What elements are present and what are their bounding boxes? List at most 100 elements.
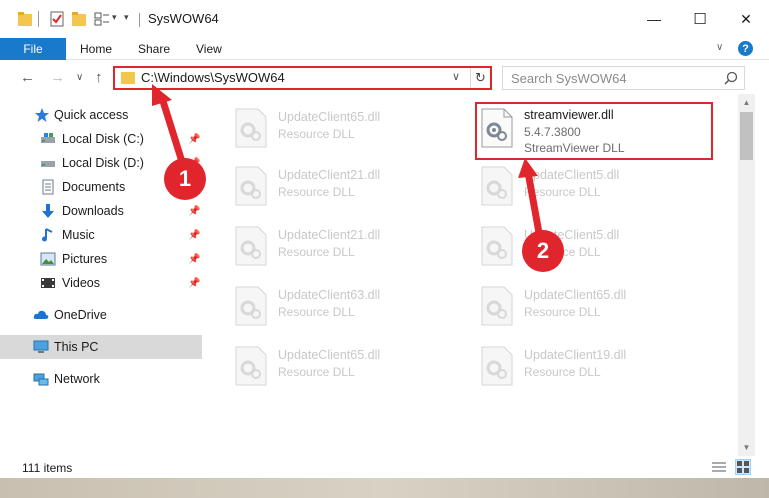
drive-icon (41, 133, 55, 143)
star-icon (35, 108, 49, 122)
maximize-button[interactable]: ☐ (677, 0, 723, 38)
scroll-thumb[interactable] (740, 112, 753, 160)
cloud-icon (33, 310, 49, 319)
sidebar-item-label: Network (54, 372, 100, 386)
forward-button[interactable]: → (50, 69, 65, 86)
qa-separator (38, 11, 39, 27)
file-list: UpdateClient65.dll Resource DLL streamvi… (210, 94, 738, 456)
ribbon-tabs: File Home Share View ∨ ? (0, 38, 769, 60)
sidebar-item-videos[interactable]: Videos 📌 (0, 271, 202, 295)
title-bar: ▾ ▾ SysWOW64 — ☐ ✕ (0, 0, 769, 38)
file-item[interactable]: UpdateClient65.dll Resource DLL (468, 278, 706, 334)
pin-icon: 📌 (188, 253, 201, 265)
tab-file[interactable]: File (0, 38, 66, 60)
file-name: UpdateClient65.dll (278, 348, 381, 362)
sidebar-item-quick-access[interactable]: Quick access (0, 103, 202, 127)
file-name: UpdateClient65.dll (278, 110, 381, 124)
file-item[interactable]: UpdateClient65.dll Resource DLL (222, 100, 460, 156)
file-type: Resource DLL (524, 185, 601, 199)
minimize-button[interactable]: — (631, 0, 677, 38)
ribbon-collapse-icon[interactable]: ∨ (716, 42, 723, 53)
up-button[interactable]: ↑ (95, 69, 103, 86)
dll-file-icon (235, 166, 267, 206)
qa-dropdown-icon[interactable]: ▾ (112, 12, 117, 23)
navigation-pane: Quick access Local Disk (C:) 📌 Local Dis… (0, 94, 203, 456)
sidebar-item-music[interactable]: Music 📌 (0, 223, 202, 247)
dll-file-icon (235, 226, 267, 266)
search-input[interactable]: Search SysWOW64 (502, 66, 745, 90)
computer-icon (33, 340, 49, 353)
close-button[interactable]: ✕ (723, 0, 769, 38)
customize-qa-icon[interactable]: ▾ (124, 12, 129, 23)
file-item[interactable]: UpdateClient21.dll Resource DLL (222, 218, 460, 274)
file-item[interactable]: UpdateClient63.dll Resource DLL (222, 278, 460, 334)
drive-icon (41, 161, 55, 167)
file-type: Resource DLL (278, 127, 355, 141)
dll-file-icon (235, 286, 267, 326)
scroll-down-icon[interactable]: ▼ (738, 439, 755, 456)
sidebar-item-onedrive[interactable]: OneDrive (0, 303, 202, 327)
file-type: Resource DLL (524, 305, 601, 319)
sidebar-item-label: Local Disk (C:) (62, 132, 144, 146)
refresh-button[interactable]: ↻ (470, 68, 490, 88)
sidebar-item-pictures[interactable]: Pictures 📌 (0, 247, 202, 271)
properties-icon[interactable] (50, 11, 64, 27)
tab-view[interactable]: View (196, 42, 222, 56)
view-options-icon[interactable] (94, 11, 110, 27)
tab-home[interactable]: Home (80, 42, 112, 56)
pin-icon: 📌 (188, 205, 201, 217)
address-bar[interactable]: C:\Windows\SysWOW64 ∨ ↻ (113, 66, 492, 90)
dll-file-icon (481, 346, 513, 386)
tiles-view-button[interactable] (735, 459, 751, 475)
address-path: C:\Windows\SysWOW64 (141, 70, 285, 85)
file-item[interactable]: UpdateClient5.dll Resource DLL (468, 158, 706, 214)
sidebar-item-network[interactable]: Network (0, 367, 202, 391)
file-item[interactable]: UpdateClient5.dll Resource DLL (468, 218, 706, 274)
address-dropdown-icon[interactable]: ∨ (452, 70, 460, 83)
pin-icon: 📌 (188, 133, 201, 145)
vertical-scrollbar[interactable]: ▲ ▼ (738, 94, 755, 456)
file-name: UpdateClient65.dll (524, 288, 627, 302)
pin-icon: 📌 (188, 229, 201, 241)
annotation-marker-2: 2 (522, 230, 564, 272)
file-item[interactable]: UpdateClient19.dll Resource DLL (468, 338, 706, 394)
sidebar-item-label: OneDrive (54, 308, 107, 322)
music-icon (42, 228, 53, 242)
tab-share[interactable]: Share (138, 42, 170, 56)
file-name: UpdateClient5.dll (524, 168, 620, 182)
sidebar-item-label: Downloads (62, 204, 124, 218)
dll-file-icon (481, 286, 513, 326)
help-icon[interactable]: ? (738, 41, 753, 56)
minimize-icon: — (647, 11, 661, 27)
tiles-view-icon (737, 461, 749, 473)
file-item[interactable]: UpdateClient65.dll Resource DLL (222, 338, 460, 394)
search-placeholder: Search SysWOW64 (511, 71, 627, 86)
sidebar-item-label: Music (62, 228, 95, 242)
folder-icon (121, 72, 135, 84)
file-type: Resource DLL (278, 245, 355, 259)
sidebar-item-downloads[interactable]: Downloads 📌 (0, 199, 202, 223)
scroll-up-icon[interactable]: ▲ (738, 94, 755, 111)
recent-locations-icon[interactable]: ∨ (76, 72, 83, 83)
file-name: UpdateClient21.dll (278, 228, 381, 242)
file-type: Resource DLL (524, 365, 601, 379)
annotation-marker-1: 1 (164, 158, 206, 200)
pin-icon: 📌 (188, 277, 201, 289)
file-type: Resource DLL (278, 185, 355, 199)
new-folder-icon[interactable] (72, 11, 86, 27)
dll-file-icon (235, 108, 267, 148)
title-separator (139, 13, 140, 27)
sidebar-item-this-pc[interactable]: This PC (0, 335, 202, 359)
refresh-icon: ↻ (475, 70, 486, 85)
back-button[interactable]: ← (20, 69, 35, 86)
file-item[interactable]: UpdateClient21.dll Resource DLL (222, 158, 460, 214)
dll-file-icon (235, 346, 267, 386)
sidebar-item-local-disk-c[interactable]: Local Disk (C:) 📌 (0, 127, 202, 151)
folder-icon (18, 12, 32, 26)
pictures-icon (40, 252, 56, 266)
details-view-button[interactable] (711, 459, 727, 475)
sidebar-item-label: Videos (62, 276, 100, 290)
maximize-icon: ☐ (693, 11, 707, 28)
file-name: UpdateClient21.dll (278, 168, 381, 182)
sidebar-item-label: Pictures (62, 252, 108, 266)
